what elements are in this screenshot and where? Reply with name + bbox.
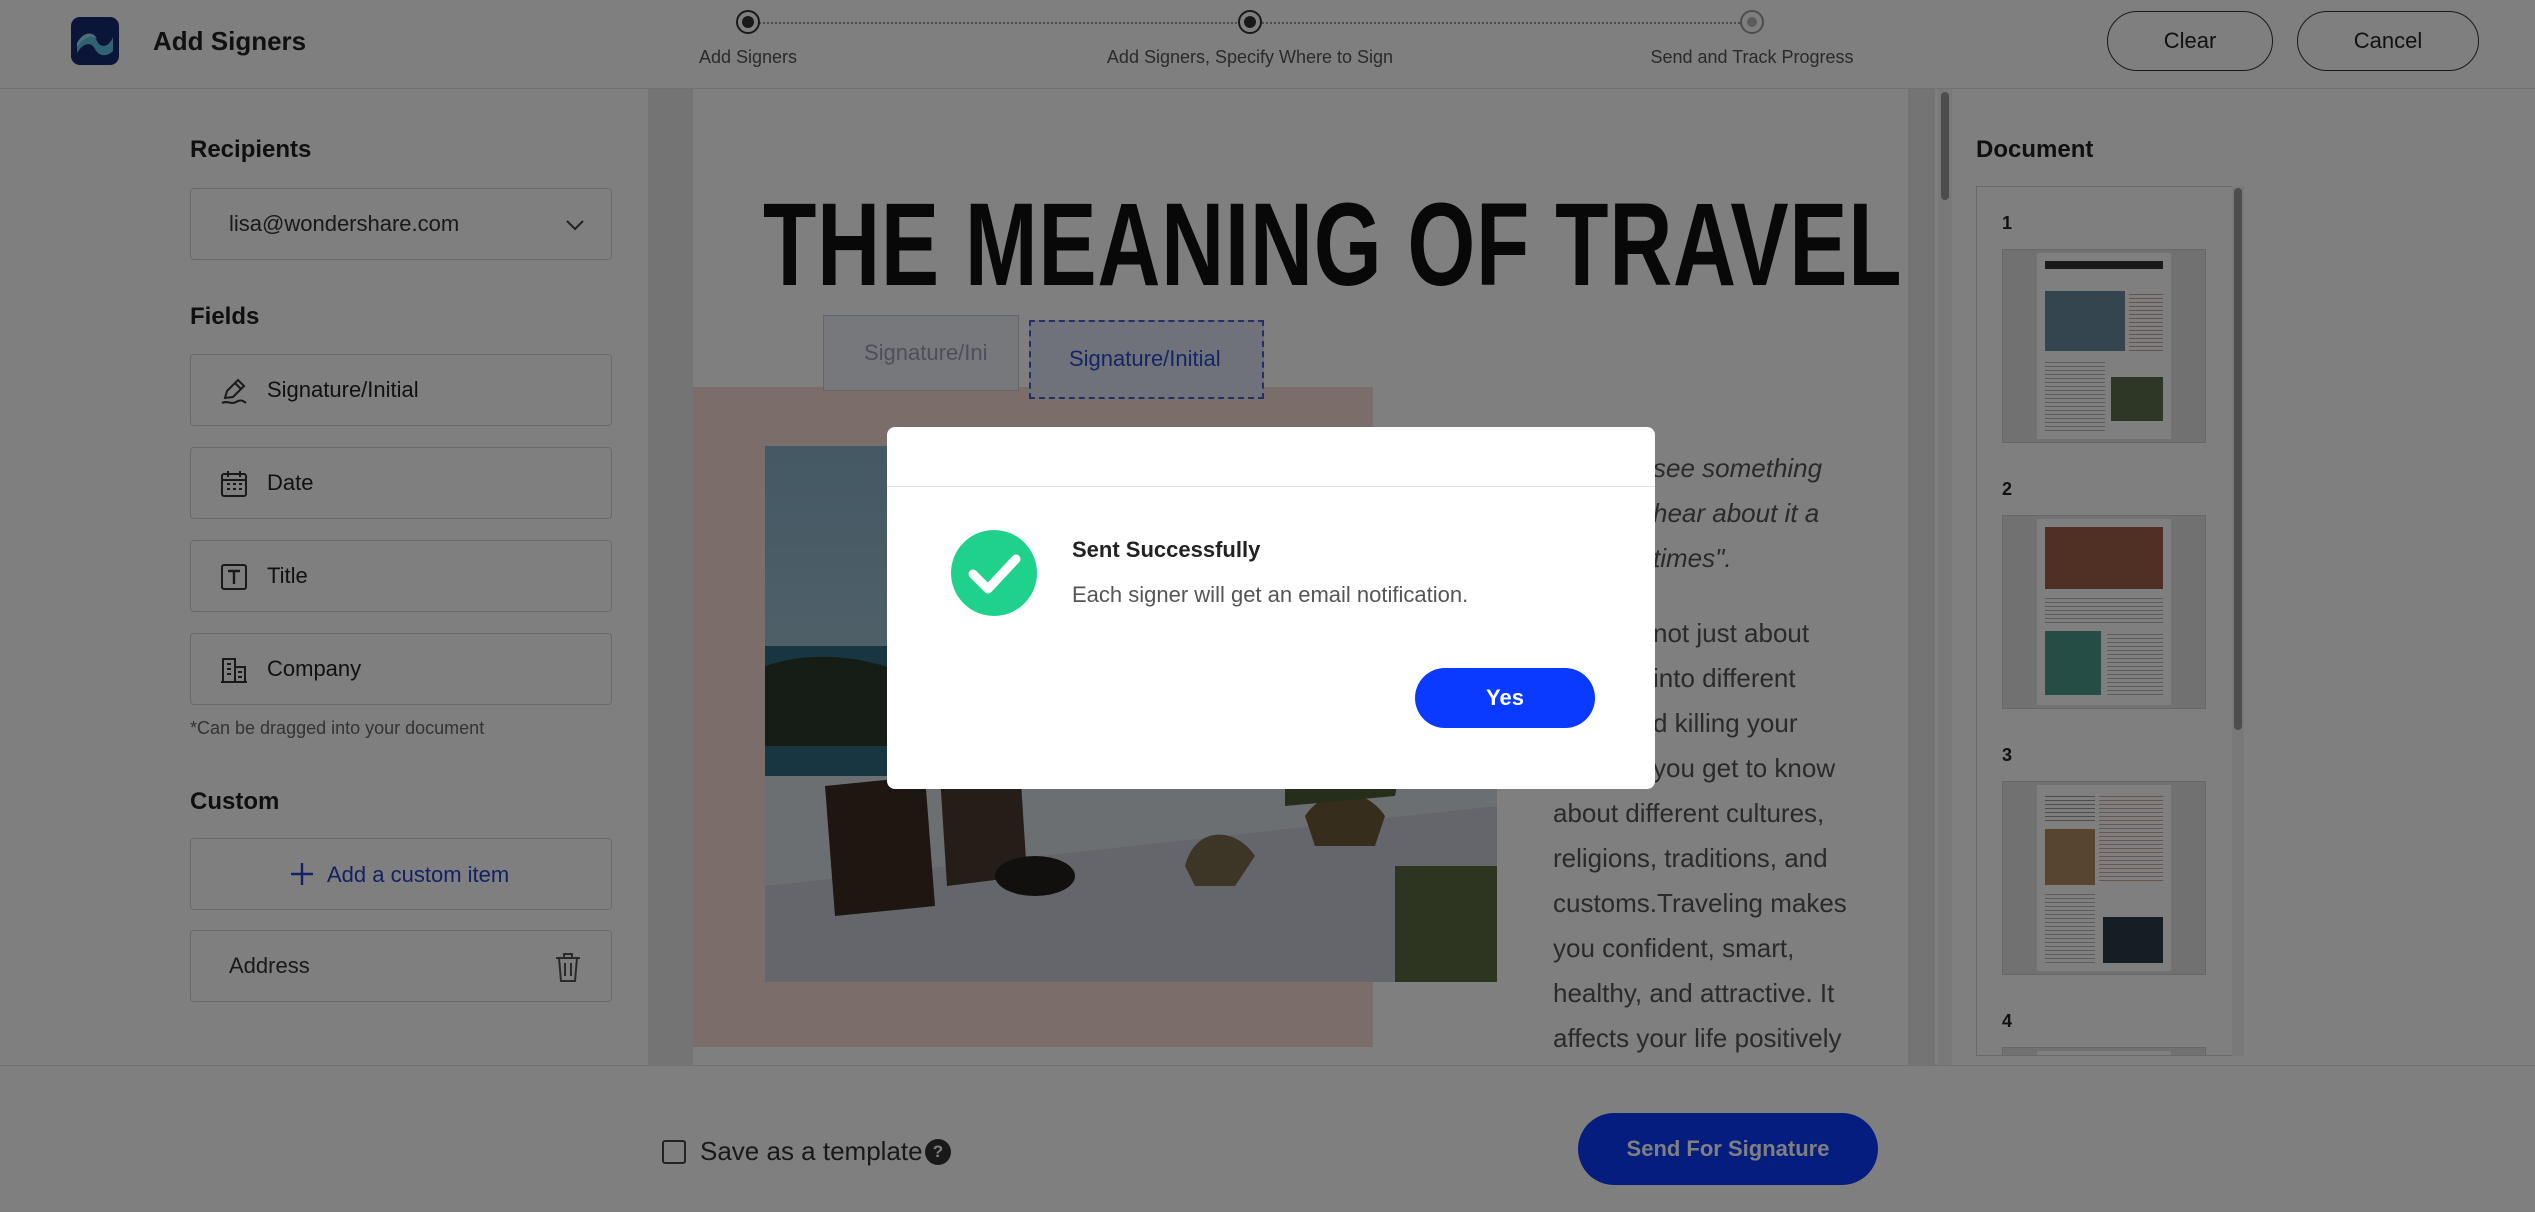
- success-dialog: Sent Successfully Each signer will get a…: [887, 427, 1655, 789]
- success-check-icon: [951, 530, 1037, 616]
- yes-button[interactable]: Yes: [1415, 668, 1595, 728]
- dialog-title: Sent Successfully: [1072, 537, 1261, 562]
- dialog-divider: [887, 486, 1655, 487]
- dialog-message: Each signer will get an email notificati…: [1072, 582, 1469, 607]
